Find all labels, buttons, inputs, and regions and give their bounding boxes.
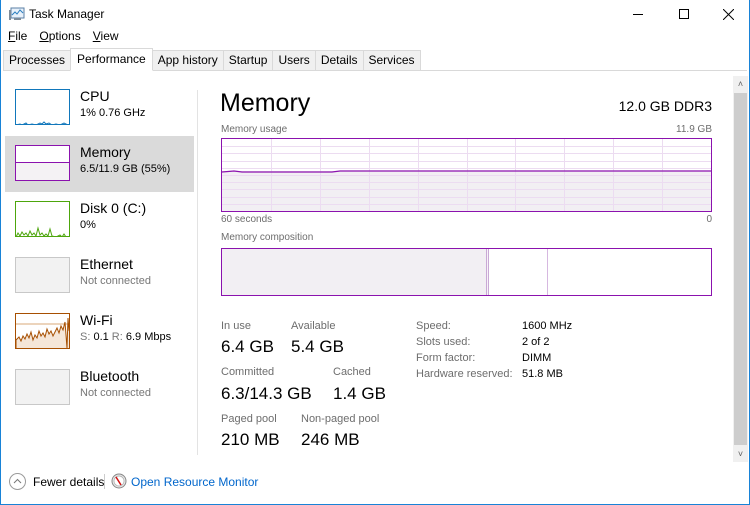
fewer-details-link[interactable]: Fewer details — [33, 475, 104, 489]
tab-bar: Processes Performance App history Startu… — [3, 48, 747, 71]
nonpaged-pool-label: Non-paged pool — [301, 413, 380, 425]
hardware-reserved-label: Hardware reserved: — [416, 368, 513, 380]
slots-used-label: Slots used: — [416, 336, 471, 348]
resource-sidebar: CPU 1% 0.76 GHz Memory 6.5/11.9 GB (55%)… — [5, 80, 195, 452]
task-manager-icon — [9, 7, 25, 20]
menu-options[interactable]: Options — [32, 29, 80, 47]
memory-details-panel: Memory 12.0 GB DDR3 Memory usage 11.9 GB… — [201, 80, 731, 452]
disk-usage-text: 0% — [80, 219, 96, 231]
disk-thumbnail-graph — [15, 201, 70, 237]
paged-pool-label: Paged pool — [221, 413, 277, 425]
wifi-label: Wi-Fi — [80, 312, 113, 328]
memory-label: Memory — [80, 144, 131, 160]
cached-label: Cached — [333, 366, 371, 378]
cpu-thumbnail-graph — [15, 89, 70, 125]
memory-usage-chart — [221, 139, 711, 211]
memory-thumbnail-graph — [15, 145, 70, 181]
sidebar-item-ethernet[interactable]: Ethernet Not connected — [5, 248, 194, 304]
chevron-up-icon: ˄ — [737, 79, 744, 89]
open-resource-monitor-link[interactable]: Open Resource Monitor — [131, 475, 258, 489]
in-use-label: In use — [221, 320, 251, 332]
memory-composition-bar — [221, 248, 712, 296]
task-manager-window: Task Manager File Options View Processes… — [0, 0, 750, 505]
chevron-up-circle-icon — [13, 478, 22, 484]
memory-usage-graph — [221, 138, 712, 212]
sidebar-item-wifi[interactable]: Wi-Fi S: 0.1 R: 6.9 Mbps — [5, 304, 194, 360]
ethernet-status-text: Not connected — [80, 275, 151, 287]
maximize-button[interactable] — [661, 0, 707, 28]
tab-services[interactable]: Services — [362, 50, 421, 70]
form-factor-value: DIMM — [522, 352, 552, 364]
scroll-thumb[interactable] — [734, 93, 747, 445]
page-title: Memory — [220, 89, 311, 117]
sidebar-item-disk[interactable]: Disk 0 (C:) 0% — [5, 192, 194, 248]
cpu-sparkline — [17, 121, 68, 124]
available-label: Available — [291, 320, 336, 332]
resource-monitor-icon[interactable] — [111, 473, 127, 489]
memory-usage-label: Memory usage — [221, 124, 288, 135]
title-bar: Task Manager — [1, 0, 749, 28]
memory-thumbnail-fill — [16, 162, 69, 180]
cpu-usage-text: 1% 0.76 GHz — [80, 107, 146, 119]
close-icon — [722, 8, 734, 20]
form-factor-label: Form factor: — [416, 352, 476, 364]
maximize-icon — [679, 9, 689, 19]
sidebar-divider — [197, 90, 198, 455]
ethernet-label: Ethernet — [80, 256, 133, 272]
available-value: 5.4 GB — [291, 337, 344, 356]
wifi-thumbnail-graph — [15, 313, 70, 349]
menu-view[interactable]: View — [86, 29, 119, 47]
chevron-down-icon: ˅ — [737, 449, 744, 459]
vertical-scrollbar[interactable]: ˄ ˅ — [733, 76, 748, 462]
tab-startup[interactable]: Startup — [222, 50, 274, 70]
minimize-icon — [633, 14, 643, 15]
speed-value: 1600 MHz — [522, 320, 573, 332]
memory-usage-text: 6.5/11.9 GB (55%) — [80, 163, 171, 175]
memory-usage-max: 11.9 GB — [676, 124, 712, 135]
minimize-button[interactable] — [615, 0, 661, 28]
composition-in-use-segment[interactable] — [222, 249, 486, 295]
tab-details[interactable]: Details — [314, 50, 364, 70]
footer-separator — [104, 474, 105, 489]
bluetooth-label: Bluetooth — [80, 368, 140, 384]
memory-composition-label: Memory composition — [221, 232, 314, 243]
committed-value: 6.3/14.3 GB — [221, 384, 312, 403]
sidebar-item-bluetooth[interactable]: Bluetooth Not connected — [5, 360, 194, 416]
slots-used-value: 2 of 2 — [522, 336, 550, 348]
nonpaged-pool-value: 246 MB — [301, 430, 360, 449]
scroll-up-button[interactable]: ˄ — [733, 76, 748, 92]
graph-time-start-label: 60 seconds — [221, 214, 273, 225]
menu-file[interactable]: File — [1, 29, 27, 47]
wifi-sparkline — [16, 317, 69, 348]
fewer-details-button-icon[interactable] — [9, 473, 26, 490]
scroll-down-button[interactable]: ˅ — [733, 446, 748, 462]
hardware-reserved-value: 51.8 MB — [522, 368, 563, 380]
bluetooth-thumbnail-graph — [15, 369, 70, 405]
footer-bar: Fewer details Open Resource Monitor — [1, 470, 749, 494]
tab-performance[interactable]: Performance — [70, 48, 153, 71]
menu-bar: File Options View — [1, 29, 124, 47]
memory-spec: 12.0 GB DDR3 — [618, 98, 712, 114]
tab-users[interactable]: Users — [272, 50, 316, 70]
cpu-label: CPU — [80, 88, 110, 104]
disk-sparkline — [16, 226, 66, 236]
close-button[interactable] — [705, 0, 750, 28]
cached-value: 1.4 GB — [333, 384, 386, 403]
committed-label: Committed — [221, 366, 275, 378]
disk-label: Disk 0 (C:) — [80, 200, 147, 216]
paged-pool-value: 210 MB — [221, 430, 280, 449]
wifi-throughput-text: S: 0.1 R: 6.9 Mbps — [80, 331, 172, 343]
sidebar-item-memory[interactable]: Memory 6.5/11.9 GB (55%) — [5, 136, 194, 192]
in-use-value: 6.4 GB — [221, 337, 274, 356]
speed-label: Speed: — [416, 320, 451, 332]
graph-time-end-label: 0 — [706, 214, 712, 225]
sidebar-item-cpu[interactable]: CPU 1% 0.76 GHz — [5, 80, 194, 136]
composition-standby-segment[interactable] — [489, 249, 548, 295]
window-title: Task Manager — [29, 7, 105, 21]
bluetooth-status-text: Not connected — [80, 387, 151, 399]
tab-app-history[interactable]: App history — [151, 50, 224, 70]
tab-processes[interactable]: Processes — [3, 50, 72, 70]
ethernet-thumbnail-graph — [15, 257, 70, 293]
